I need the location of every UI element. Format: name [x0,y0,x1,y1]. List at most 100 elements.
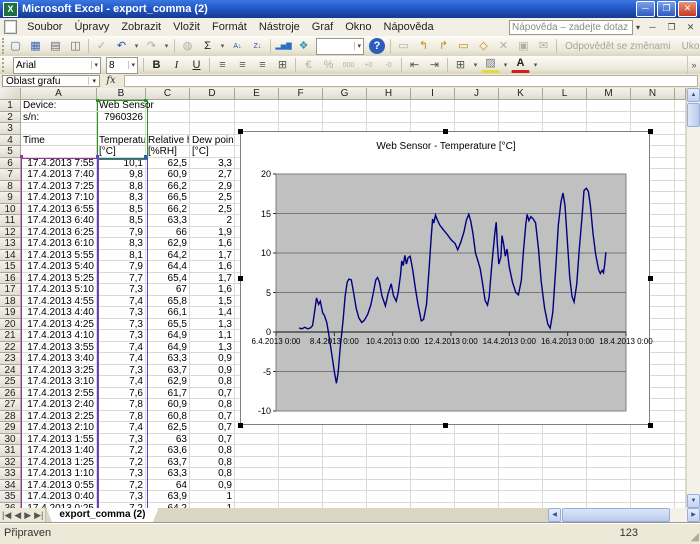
resize-grip-icon[interactable]: ◢ [691,530,699,543]
cell[interactable] [675,273,686,285]
cell[interactable]: 9,8 [97,169,146,181]
cell[interactable] [675,422,686,434]
workbook-close-button[interactable]: ✕ [682,20,699,35]
cell[interactable]: 10,1 [97,158,146,170]
cell[interactable]: 64,9 [146,342,190,354]
tab-prev-icon[interactable]: ◀ [14,510,21,521]
cell[interactable]: 63,3 [146,215,190,227]
row-header-22[interactable]: 22 [0,342,21,354]
cell[interactable]: 1 [190,491,235,503]
cell[interactable] [455,445,499,457]
cell[interactable]: 1,3 [190,342,235,354]
cell[interactable]: 17.4.2013 4:10 [21,330,97,342]
cell[interactable]: 60,9 [146,399,190,411]
cell[interactable] [499,445,543,457]
cell[interactable]: 0,8 [190,399,235,411]
cell[interactable]: 17.4.2013 0:55 [21,480,97,492]
cell[interactable]: 7,3 [97,319,146,331]
fill-color-dropdown-icon[interactable]: ▾ [501,61,510,69]
cell[interactable] [587,100,631,112]
row-header-8[interactable]: 8 [0,181,21,193]
show-comments-icon[interactable]: ◇ [474,38,493,55]
cell[interactable]: 17.4.2013 3:10 [21,376,97,388]
cell[interactable]: 7,3 [97,434,146,446]
cell[interactable] [675,146,686,158]
cell[interactable]: 7,4 [97,342,146,354]
row-header-1[interactable]: 1 [0,100,21,112]
borders-dropdown-icon[interactable]: ▾ [471,61,480,69]
cell[interactable]: 8,3 [97,192,146,204]
cell[interactable]: 60,9 [146,169,190,181]
cell[interactable]: 17.4.2013 7:40 [21,169,97,181]
cell[interactable]: 0,9 [190,353,235,365]
chart-selection-handle[interactable] [443,423,448,428]
cell[interactable] [411,480,455,492]
column-header-G[interactable]: G [323,88,367,100]
bold-icon[interactable]: B [147,57,166,74]
tab-next-icon[interactable]: ▶ [24,510,31,521]
cell[interactable] [367,112,411,124]
cell[interactable]: 63 [146,434,190,446]
cell[interactable]: 66,5 [146,192,190,204]
borders-icon[interactable]: ⊞ [451,57,470,74]
menu-item[interactable]: Soubor [21,19,68,35]
cell[interactable] [675,181,686,193]
cell[interactable]: 65,4 [146,273,190,285]
font-size-combo[interactable]: 8▾ [106,57,138,74]
cell[interactable] [543,100,587,112]
tab-first-icon[interactable]: |◀ [2,510,11,521]
cell[interactable] [190,123,235,135]
cell[interactable] [499,100,543,112]
cell[interactable] [675,135,686,147]
column-header-I[interactable]: I [411,88,455,100]
cell[interactable]: 2,7 [190,169,235,181]
cell[interactable] [411,457,455,469]
cell[interactable]: 7,8 [97,399,146,411]
range-handle[interactable] [144,99,147,102]
cell[interactable] [455,480,499,492]
cell[interactable] [146,112,190,124]
cell[interactable] [675,411,686,423]
cell[interactable] [499,480,543,492]
cell[interactable]: 7,2 [97,445,146,457]
cell[interactable]: 7,3 [97,330,146,342]
cell[interactable]: 2,9 [190,181,235,193]
cell[interactable] [323,468,367,480]
cell[interactable] [323,445,367,457]
font-combo-dropdown-icon[interactable]: ▾ [91,61,100,69]
cell[interactable]: 17.4.2013 3:40 [21,353,97,365]
cell[interactable]: 0,9 [190,480,235,492]
currency-icon[interactable]: € [299,57,318,74]
row-header-23[interactable]: 23 [0,353,21,365]
cell[interactable] [675,365,686,377]
tab-last-icon[interactable]: ▶| [34,510,43,521]
cell[interactable] [499,468,543,480]
cell[interactable] [499,434,543,446]
cell[interactable]: 17.4.2013 6:10 [21,238,97,250]
column-header-A[interactable]: A [21,88,97,100]
align-left-icon[interactable]: ≡ [213,57,232,74]
row-header-18[interactable]: 18 [0,296,21,308]
cell[interactable]: 66,1 [146,307,190,319]
cell[interactable] [675,238,686,250]
cell[interactable] [587,112,631,124]
row-header-29[interactable]: 29 [0,422,21,434]
cell[interactable] [279,445,323,457]
cell[interactable]: 64,9 [146,330,190,342]
cell[interactable]: 2,5 [190,204,235,216]
cell[interactable] [411,468,455,480]
maximize-button[interactable]: ❐ [657,1,676,17]
row-header-26[interactable]: 26 [0,388,21,400]
cell[interactable]: 66,2 [146,181,190,193]
cell[interactable] [675,192,686,204]
cell[interactable]: 8,1 [97,250,146,262]
column-header-D[interactable]: D [190,88,235,100]
column-header-F[interactable]: F [279,88,323,100]
cell[interactable] [455,100,499,112]
cell[interactable]: 17.4.2013 3:55 [21,342,97,354]
cell[interactable]: 1,5 [190,296,235,308]
cell[interactable] [675,112,686,124]
row-header-31[interactable]: 31 [0,445,21,457]
cell[interactable] [587,434,631,446]
chart-selection-handle[interactable] [648,276,653,281]
